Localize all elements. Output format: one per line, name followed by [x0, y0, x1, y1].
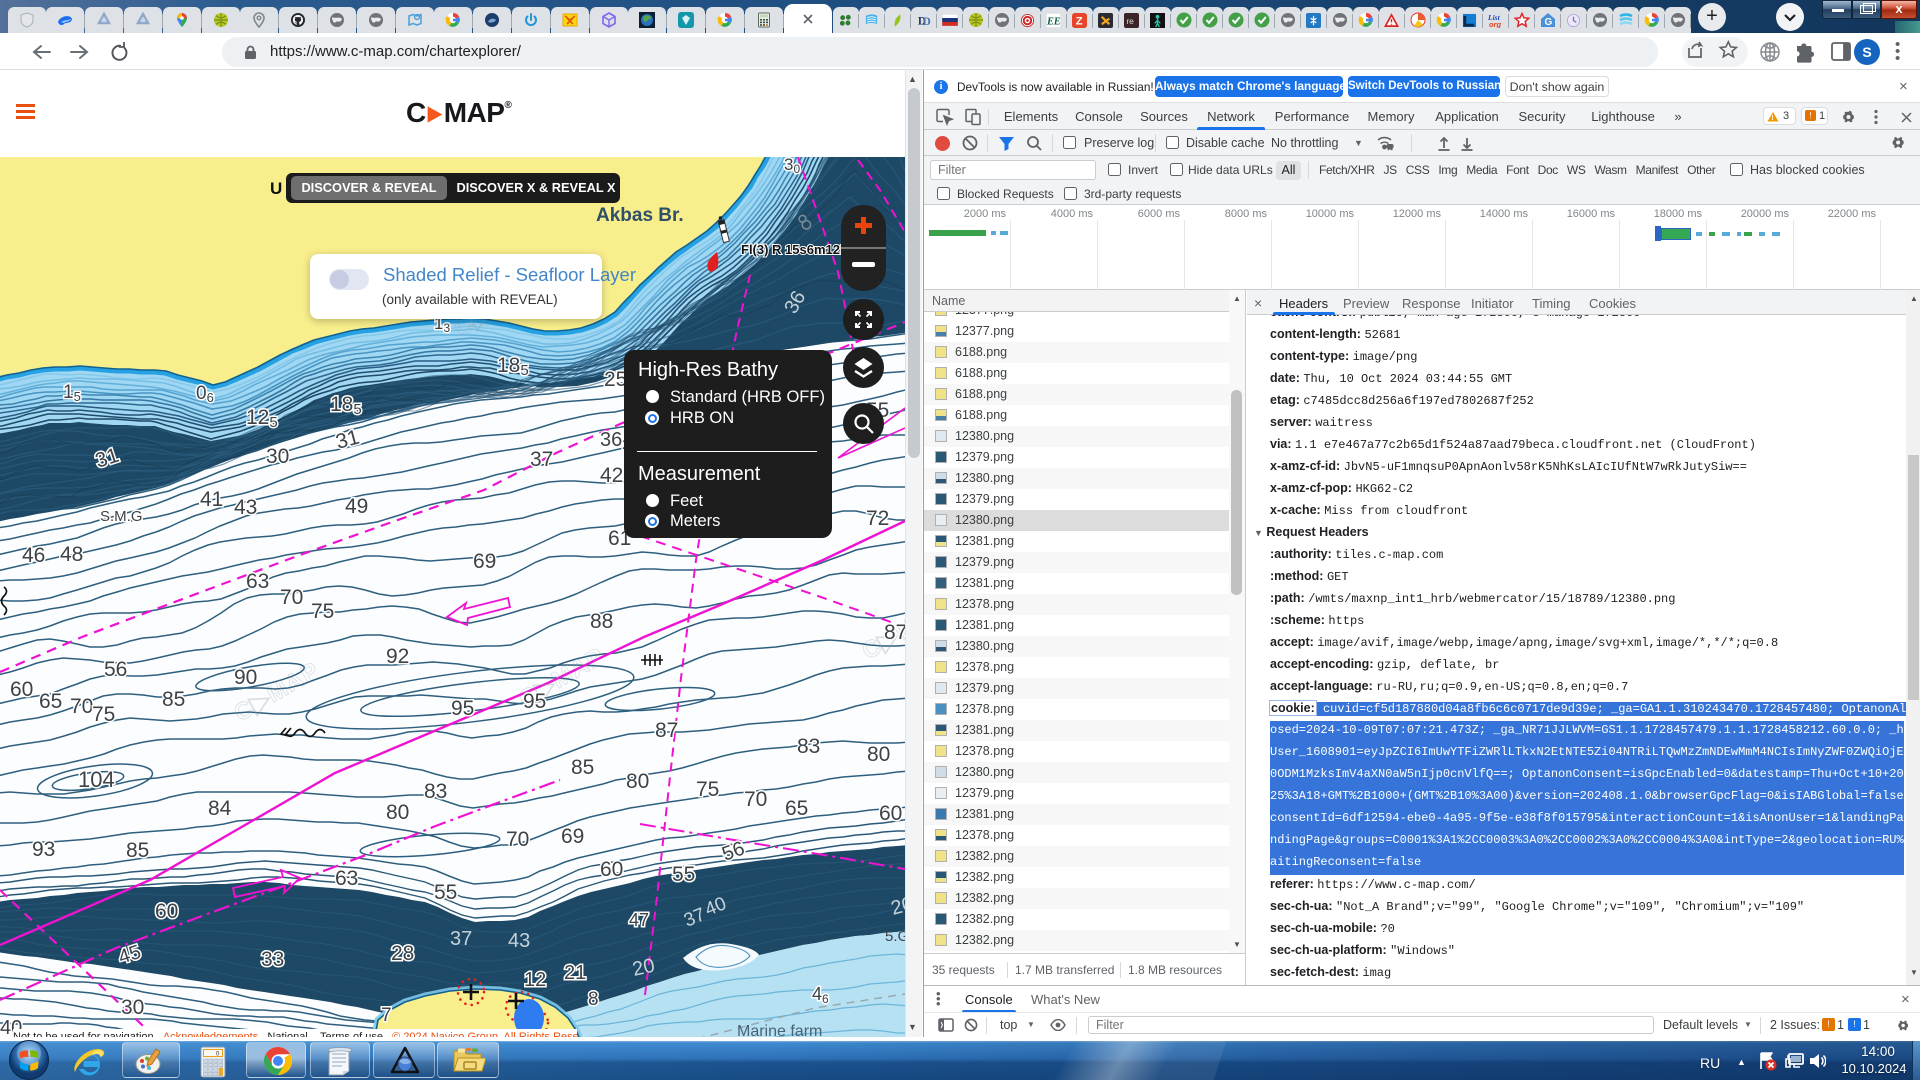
svg-text:95: 95: [451, 697, 474, 720]
svg-text:33: 33: [261, 948, 284, 971]
svg-text:80: 80: [626, 770, 649, 793]
svg-text:72: 72: [866, 507, 889, 530]
svg-text:63: 63: [246, 570, 269, 593]
svg-text:EE: EE: [1046, 16, 1061, 27]
svg-text:85: 85: [162, 688, 185, 711]
svg-text:70: 70: [744, 788, 767, 811]
svg-text:80: 80: [386, 801, 409, 824]
svg-text:70: 70: [280, 586, 303, 609]
svg-text:G: G: [1544, 17, 1552, 28]
svg-text:60: 60: [155, 900, 178, 923]
svg-text:80: 80: [867, 743, 890, 766]
svg-text:69: 69: [561, 825, 584, 848]
svg-text:90: 90: [234, 666, 257, 689]
svg-text:Marine farm: Marine farm: [737, 1023, 822, 1037]
svg-text:65: 65: [785, 797, 808, 820]
svg-text:Z: Z: [1076, 15, 1083, 27]
svg-text:Akbas Br.: Akbas Br.: [596, 205, 684, 226]
svg-text:60: 60: [879, 802, 902, 825]
svg-text:43: 43: [508, 930, 530, 952]
svg-text:85: 85: [126, 839, 149, 862]
svg-text:30: 30: [121, 996, 144, 1019]
svg-text:93: 93: [32, 838, 55, 861]
svg-text:92: 92: [386, 645, 409, 668]
svg-text:21: 21: [564, 962, 586, 984]
svg-text:75: 75: [696, 778, 719, 801]
svg-text:60: 60: [600, 858, 623, 881]
svg-text:U: U: [270, 179, 282, 198]
svg-text:S.M.G: S.M.G: [100, 508, 143, 525]
svg-text:56: 56: [104, 658, 127, 681]
svg-text:37: 37: [450, 928, 472, 950]
svg-text:87: 87: [884, 621, 905, 644]
svg-text:re: re: [1127, 15, 1135, 25]
svg-text:!: !: [1771, 115, 1773, 122]
svg-text:37: 37: [530, 448, 553, 471]
svg-text:48: 48: [60, 543, 83, 566]
svg-text:49: 49: [345, 495, 368, 518]
svg-text:20: 20: [630, 955, 656, 981]
svg-text:60: 60: [10, 678, 33, 701]
svg-text:Fl(3) R 15s6m12M: Fl(3) R 15s6m12M: [741, 242, 851, 257]
svg-text:95: 95: [523, 690, 546, 713]
svg-text:88: 88: [590, 610, 613, 633]
svg-text:28: 28: [391, 942, 414, 965]
svg-text:30: 30: [266, 445, 289, 468]
svg-text:46: 46: [22, 544, 45, 567]
svg-text:70: 70: [506, 828, 529, 851]
svg-text:5.G: 5.G: [885, 928, 905, 945]
svg-text:104: 104: [78, 767, 115, 792]
svg-text:70: 70: [70, 695, 93, 718]
svg-text:69: 69: [473, 550, 496, 573]
svg-text:43: 43: [234, 496, 257, 519]
svg-text:84: 84: [208, 797, 232, 820]
svg-text:83: 83: [797, 735, 820, 758]
svg-text:12: 12: [524, 969, 546, 991]
svg-text:87: 87: [655, 719, 678, 742]
svg-text:org: org: [1489, 20, 1502, 28]
svg-text:75: 75: [92, 703, 115, 726]
svg-text:D: D: [923, 16, 931, 28]
svg-text:41: 41: [200, 488, 223, 511]
svg-text:55: 55: [434, 881, 457, 904]
svg-text:42: 42: [600, 464, 623, 487]
svg-text:75: 75: [311, 600, 334, 623]
svg-text:8: 8: [588, 989, 599, 1010]
svg-text:47: 47: [629, 910, 649, 930]
svg-text:55: 55: [672, 863, 695, 886]
svg-text:85: 85: [571, 756, 594, 779]
svg-text:7: 7: [381, 1005, 392, 1026]
svg-text:65: 65: [39, 690, 62, 713]
svg-text:83: 83: [424, 780, 447, 803]
svg-text:63: 63: [335, 867, 358, 890]
